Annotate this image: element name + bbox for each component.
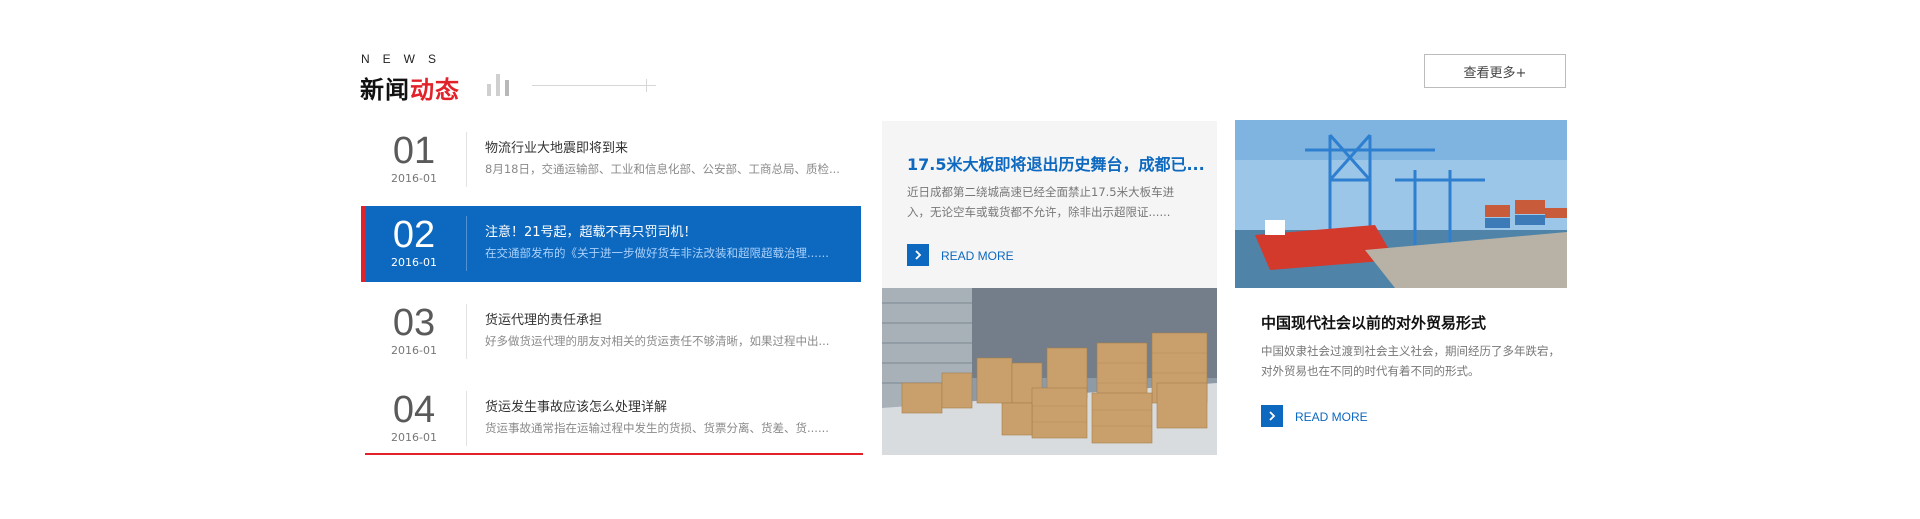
news-summary: 货运事故通常指在运输过程中发生的货损、货票分离、货差、货......	[485, 421, 829, 435]
read-more-link[interactable]: READ MORE	[1295, 410, 1368, 424]
news-list-item-4[interactable]: 04 2016-01 货运发生事故应该怎么处理详解 货运事故通常指在运输过程中发…	[361, 381, 861, 457]
decorative-plus-icon	[646, 79, 647, 92]
news-list-item-3[interactable]: 03 2016-01 货运代理的责任承担 好多做货运代理的朋友对相关的货运责任不…	[361, 294, 861, 370]
news-list-item-1[interactable]: 01 2016-01 物流行业大地震即将到来 8月18日，交通运输部、工业和信息…	[361, 122, 861, 198]
news-date: 2016-01	[391, 344, 437, 357]
list-bottom-rule	[365, 453, 863, 455]
divider	[466, 391, 467, 446]
bars-decoration-icon	[487, 70, 513, 96]
news-number: 02	[392, 214, 436, 256]
news-list-item-2[interactable]: 02 2016-01 注意！21号起，超载不再只罚司机！ 在交通部发布的《关于进…	[361, 206, 861, 282]
divider	[466, 304, 467, 359]
divider	[466, 216, 467, 271]
port-cargo-ship-image[interactable]	[1235, 120, 1567, 288]
decorative-line	[532, 85, 656, 86]
featured-right-summary: 中国奴隶社会过渡到社会主义社会，期间经历了多年跌宕，对外贸易也在不同的时代有着不…	[1261, 344, 1560, 378]
chevron-right-icon[interactable]	[1261, 405, 1283, 427]
news-date: 2016-01	[391, 431, 437, 444]
news-number: 01	[392, 130, 436, 172]
warehouse-boxes-image[interactable]	[882, 288, 1217, 455]
news-summary: 好多做货运代理的朋友对相关的货运责任不够清晰，如果过程中出...	[485, 334, 830, 348]
featured-mid-title[interactable]: 17.5米大板即将退出历史舞台，成都已...	[907, 151, 1207, 175]
news-date: 2016-01	[391, 256, 437, 269]
news-number: 04	[392, 389, 436, 431]
news-summary: 在交通部发布的《关于进一步做好货车非法改装和超限超载治理......	[485, 246, 829, 260]
news-title[interactable]: 货运发生事故应该怎么处理详解	[485, 396, 667, 415]
chevron-right-icon[interactable]	[907, 244, 929, 266]
divider	[466, 132, 467, 187]
news-date: 2016-01	[391, 172, 437, 185]
featured-right-title[interactable]: 中国现代社会以前的对外贸易形式	[1261, 312, 1486, 333]
read-more-link[interactable]: READ MORE	[941, 249, 1014, 263]
section-title-accent: 动态	[410, 76, 460, 104]
view-more-button[interactable]: 查看更多+	[1424, 54, 1566, 88]
section-title: 新闻动态	[360, 70, 460, 105]
news-title[interactable]: 物流行业大地震即将到来	[485, 137, 628, 156]
news-number: 03	[392, 302, 436, 344]
news-title[interactable]: 注意！21号起，超载不再只罚司机！	[485, 221, 697, 240]
section-eyebrow: NEWS	[361, 52, 449, 66]
section-title-main: 新闻	[360, 76, 410, 104]
featured-mid-summary: 近日成都第二绕城高速已经全面禁止17.5米大板车进入，无论空车或载货都不允许，除…	[907, 185, 1175, 219]
news-summary: 8月18日，交通运输部、工业和信息化部、公安部、工商总局、质检...	[485, 162, 840, 176]
news-title[interactable]: 货运代理的责任承担	[485, 309, 602, 328]
